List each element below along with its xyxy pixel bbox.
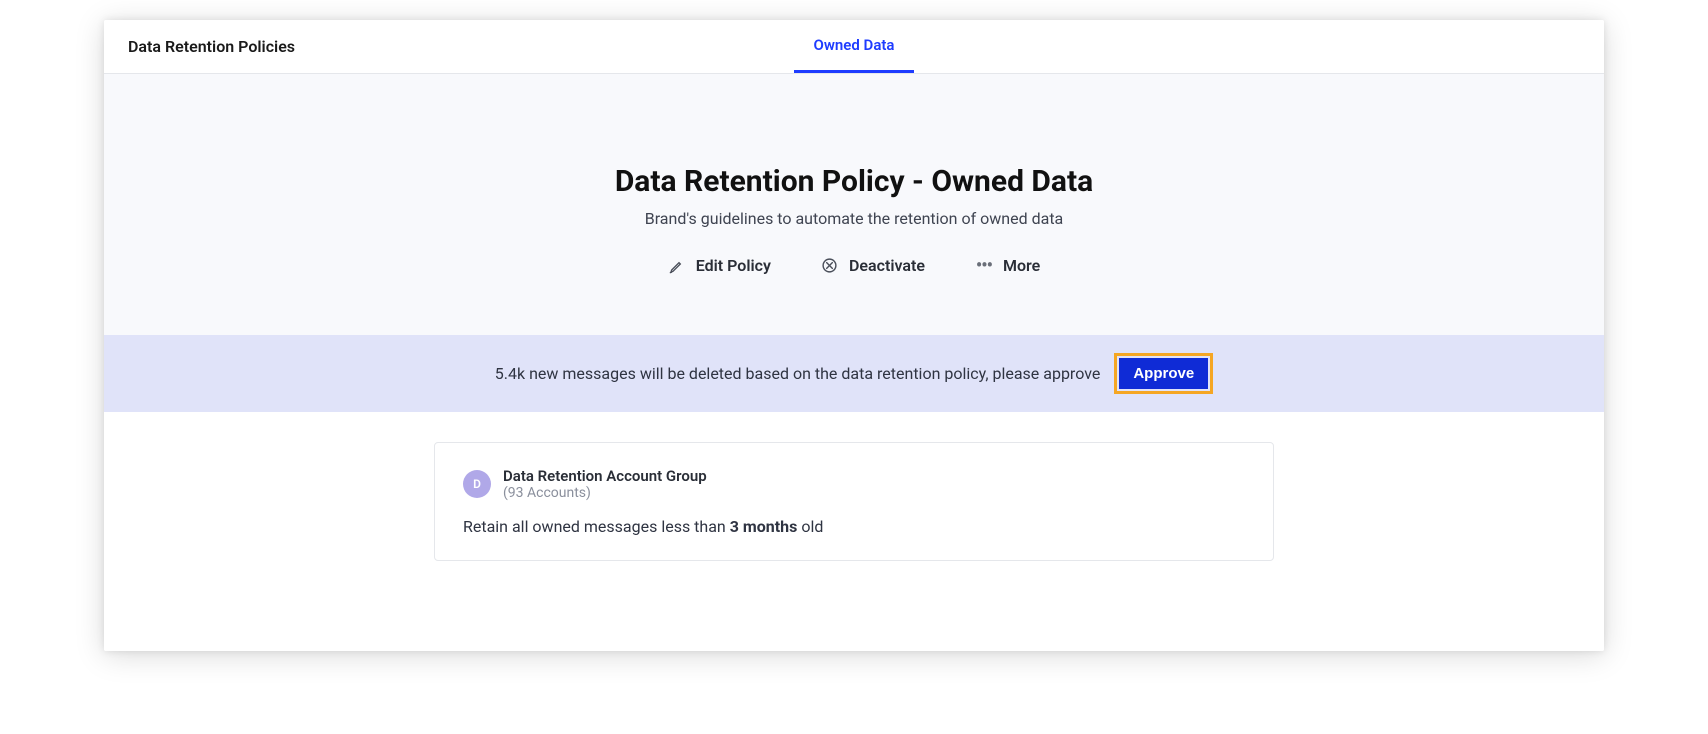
hero-section: Data Retention Policy - Owned Data Brand… [104, 74, 1604, 335]
account-group-card: D Data Retention Account Group (93 Accou… [434, 442, 1274, 561]
page-title: Data Retention Policies [128, 37, 295, 56]
more-dots-icon: ••• [975, 257, 993, 275]
edit-policy-button[interactable]: Edit Policy [668, 256, 771, 275]
edit-policy-label: Edit Policy [696, 256, 771, 275]
hero-title: Data Retention Policy - Owned Data [104, 164, 1604, 199]
card-body-strong: 3 months [730, 517, 798, 536]
action-row: Edit Policy Deactivate ••• More [104, 256, 1604, 275]
card-subtitle: (93 Accounts) [503, 485, 707, 501]
card-body: Retain all owned messages less than 3 mo… [463, 517, 1245, 536]
card-title: Data Retention Account Group [503, 467, 707, 485]
approve-button-label: Approve [1133, 365, 1194, 382]
tab-label: Owned Data [814, 36, 895, 54]
approve-button[interactable]: Approve [1119, 358, 1208, 389]
tabs-container: Owned Data [794, 20, 915, 73]
card-header: D Data Retention Account Group (93 Accou… [463, 467, 1245, 501]
approval-banner: 5.4k new messages will be deleted based … [104, 335, 1604, 412]
hero-subtitle: Brand's guidelines to automate the reten… [104, 209, 1604, 228]
tab-owned-data[interactable]: Owned Data [794, 20, 915, 73]
deactivate-button[interactable]: Deactivate [821, 256, 925, 275]
card-body-suffix: old [797, 517, 823, 536]
avatar: D [463, 470, 491, 498]
cancel-circle-icon [821, 257, 839, 275]
deactivate-label: Deactivate [849, 256, 925, 275]
banner-text: 5.4k new messages will be deleted based … [495, 364, 1101, 383]
edit-icon [668, 257, 686, 275]
more-label: More [1003, 256, 1040, 275]
avatar-letter: D [473, 477, 481, 491]
topbar: Data Retention Policies Owned Data [104, 20, 1604, 74]
card-body-prefix: Retain all owned messages less than [463, 517, 730, 536]
app-window: Data Retention Policies Owned Data Data … [104, 20, 1604, 651]
approve-highlight: Approve [1114, 353, 1213, 394]
card-titles: Data Retention Account Group (93 Account… [503, 467, 707, 501]
content-area: D Data Retention Account Group (93 Accou… [104, 412, 1604, 651]
more-button[interactable]: ••• More [975, 256, 1040, 275]
